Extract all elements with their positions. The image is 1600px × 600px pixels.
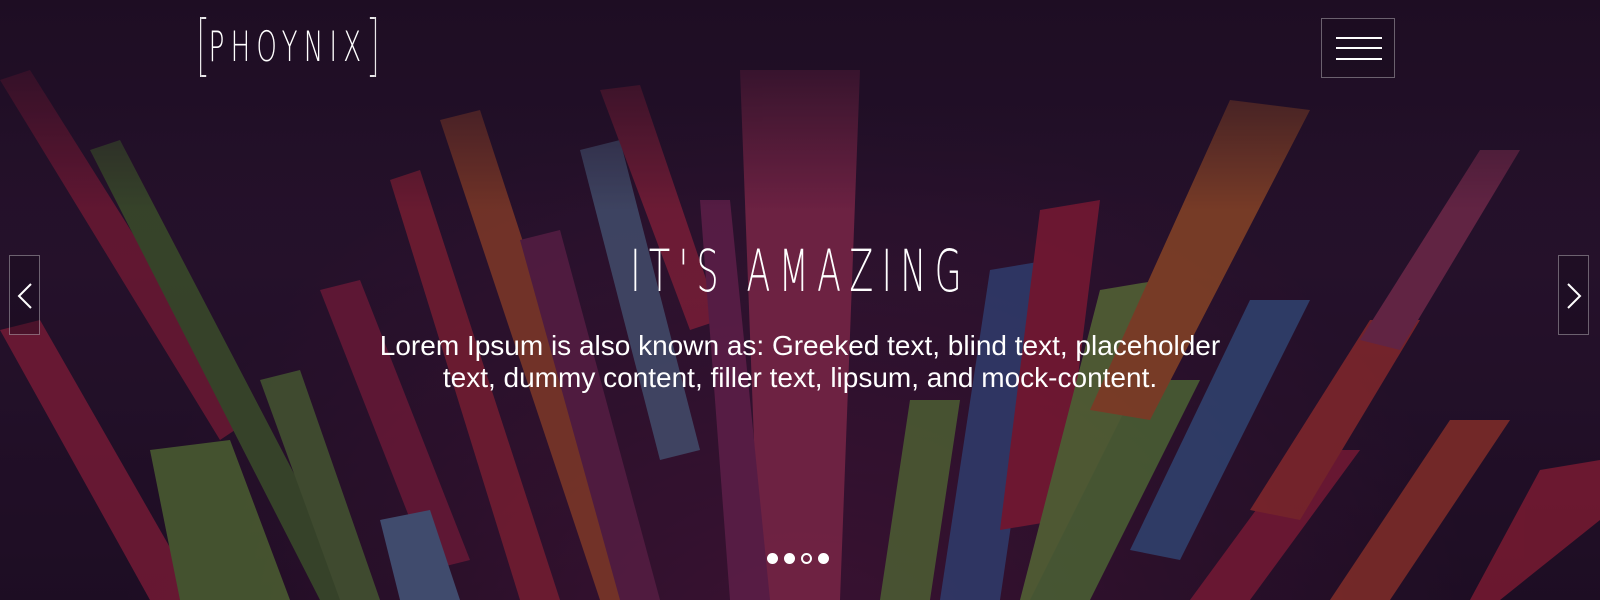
slide-dot-3[interactable]: [801, 553, 812, 564]
menu-button[interactable]: [1321, 18, 1395, 78]
hamburger-menu-icon-line: [1336, 47, 1382, 49]
slide-title-text: IT'S AMAZING: [630, 237, 970, 305]
brand-logo[interactable]: PHOYNIX: [200, 17, 377, 77]
slide-dot-2[interactable]: [784, 553, 795, 564]
slide-pagination: [767, 553, 829, 565]
slide-title: IT'S AMAZING: [0, 236, 1600, 306]
slide-dot-1[interactable]: [767, 553, 778, 564]
logo-text: PHOYNIX: [208, 22, 368, 71]
slide-dot-4[interactable]: [818, 553, 829, 564]
hero-slider: PHOYNIX IT'S AMAZING Lorem Ipsum is also…: [0, 0, 1600, 600]
hamburger-menu-icon-line: [1336, 58, 1382, 60]
slide-subtitle: Lorem Ipsum is also known as: Greeked te…: [379, 330, 1221, 393]
hamburger-menu-icon: [1336, 37, 1382, 39]
